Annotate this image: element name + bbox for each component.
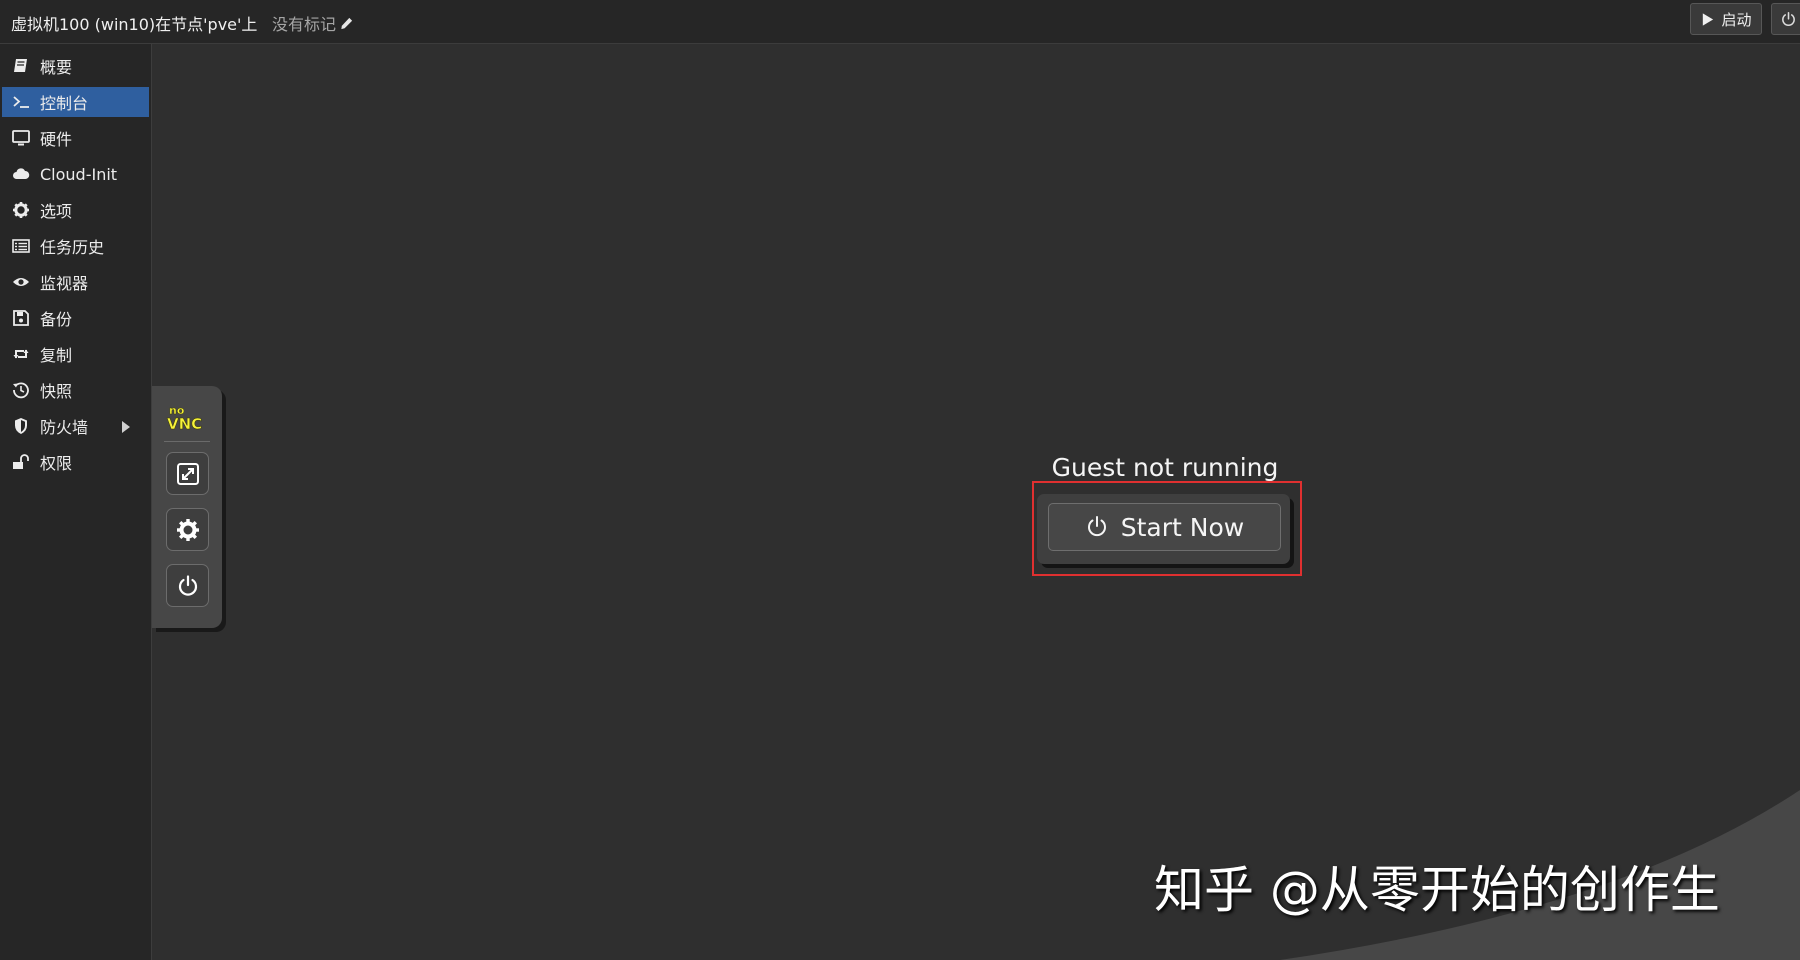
sidebar-item-hardware[interactable]: 硬件	[2, 123, 149, 153]
guest-status-text: Guest not running	[1051, 453, 1279, 482]
sidebar-item-label: 控制台	[40, 94, 89, 113]
sidebar-item-label: 硬件	[40, 130, 73, 149]
floppy-icon	[11, 308, 31, 328]
sidebar-item-task-history[interactable]: 任务历史	[2, 231, 149, 261]
start-button-label: 启动	[1721, 10, 1752, 29]
sidebar-item-label: 监视器	[40, 274, 89, 293]
sidebar-item-label: 复制	[40, 346, 73, 365]
start-button[interactable]: 启动	[1690, 3, 1762, 35]
watermark: 知乎 @从零开始的创作生	[1154, 861, 1720, 919]
sidebar-item-console[interactable]: 控制台	[2, 87, 149, 117]
history-icon	[11, 380, 31, 400]
fullscreen-icon	[176, 462, 199, 485]
novnc-logo-vnc: VNC	[167, 415, 202, 432]
novnc-logo: no VNC	[167, 404, 203, 432]
cloud-icon	[11, 164, 31, 184]
sidebar-item-label: 任务历史	[40, 238, 105, 257]
sidebar-item-label: 选项	[40, 202, 73, 221]
sidebar-item-firewall[interactable]: 防火墙	[2, 411, 149, 441]
sidebar-item-cloud-init[interactable]: Cloud-Init	[2, 159, 149, 189]
sidebar-item-replication[interactable]: 复制	[2, 339, 149, 369]
power-icon	[178, 574, 197, 596]
settings-gear-icon	[176, 518, 199, 541]
sidebar-item-permissions[interactable]: 权限	[2, 447, 149, 477]
power-icon	[1087, 516, 1106, 537]
settings-button[interactable]	[166, 508, 209, 551]
sidebar-item-snapshots[interactable]: 快照	[2, 375, 149, 405]
sidebar-item-options[interactable]: 选项	[2, 195, 149, 225]
power-button[interactable]	[166, 564, 209, 607]
shutdown-button[interactable]	[1771, 3, 1800, 35]
power-icon	[1782, 11, 1795, 26]
sidebar-item-label: 权限	[40, 454, 73, 473]
gear-icon	[11, 200, 31, 220]
expand-caret-icon[interactable]	[121, 419, 131, 438]
terminal-icon	[11, 92, 31, 112]
start-now-highlight: Start Now	[1032, 481, 1302, 576]
retweet-icon	[11, 344, 31, 364]
shield-icon	[11, 416, 31, 436]
start-now-button[interactable]: Start Now	[1048, 503, 1281, 551]
sidebar-item-backup[interactable]: 备份	[2, 303, 149, 333]
unlock-icon	[11, 452, 31, 472]
sidebar-item-label: 防火墙	[40, 418, 89, 437]
tags-editor[interactable]: 没有标记	[272, 11, 354, 35]
fullscreen-button[interactable]	[166, 452, 209, 495]
eye-icon	[11, 272, 31, 292]
novnc-separator	[164, 441, 210, 442]
list-icon	[11, 236, 31, 256]
desktop-icon	[11, 128, 31, 148]
sidebar-item-label: 快照	[40, 382, 73, 401]
sidebar-item-summary[interactable]: 概要	[2, 51, 149, 81]
start-now-panel: Start Now	[1037, 494, 1290, 564]
pencil-icon	[341, 17, 353, 29]
play-icon	[1703, 12, 1714, 26]
start-now-label: Start Now	[1120, 512, 1245, 542]
tags-label: 没有标记	[272, 15, 337, 34]
novnc-control-bar: no VNC	[152, 386, 222, 628]
top-bar: 虚拟机100 (win10)在节点'pve'上 没有标记 启动	[0, 0, 1800, 44]
sidebar-item-label: 概要	[40, 58, 73, 77]
book-icon	[11, 56, 31, 76]
sidebar-item-label: Cloud-Init	[40, 164, 118, 184]
sidebar-item-monitor[interactable]: 监视器	[2, 267, 149, 297]
vm-title: 虚拟机100 (win10)在节点'pve'上	[11, 15, 258, 34]
sidebar: 概要 控制台 硬件 Cloud-Init 选项 任务历史 监视器 备份 复制 快…	[0, 44, 152, 960]
sidebar-item-label: 备份	[40, 310, 73, 329]
